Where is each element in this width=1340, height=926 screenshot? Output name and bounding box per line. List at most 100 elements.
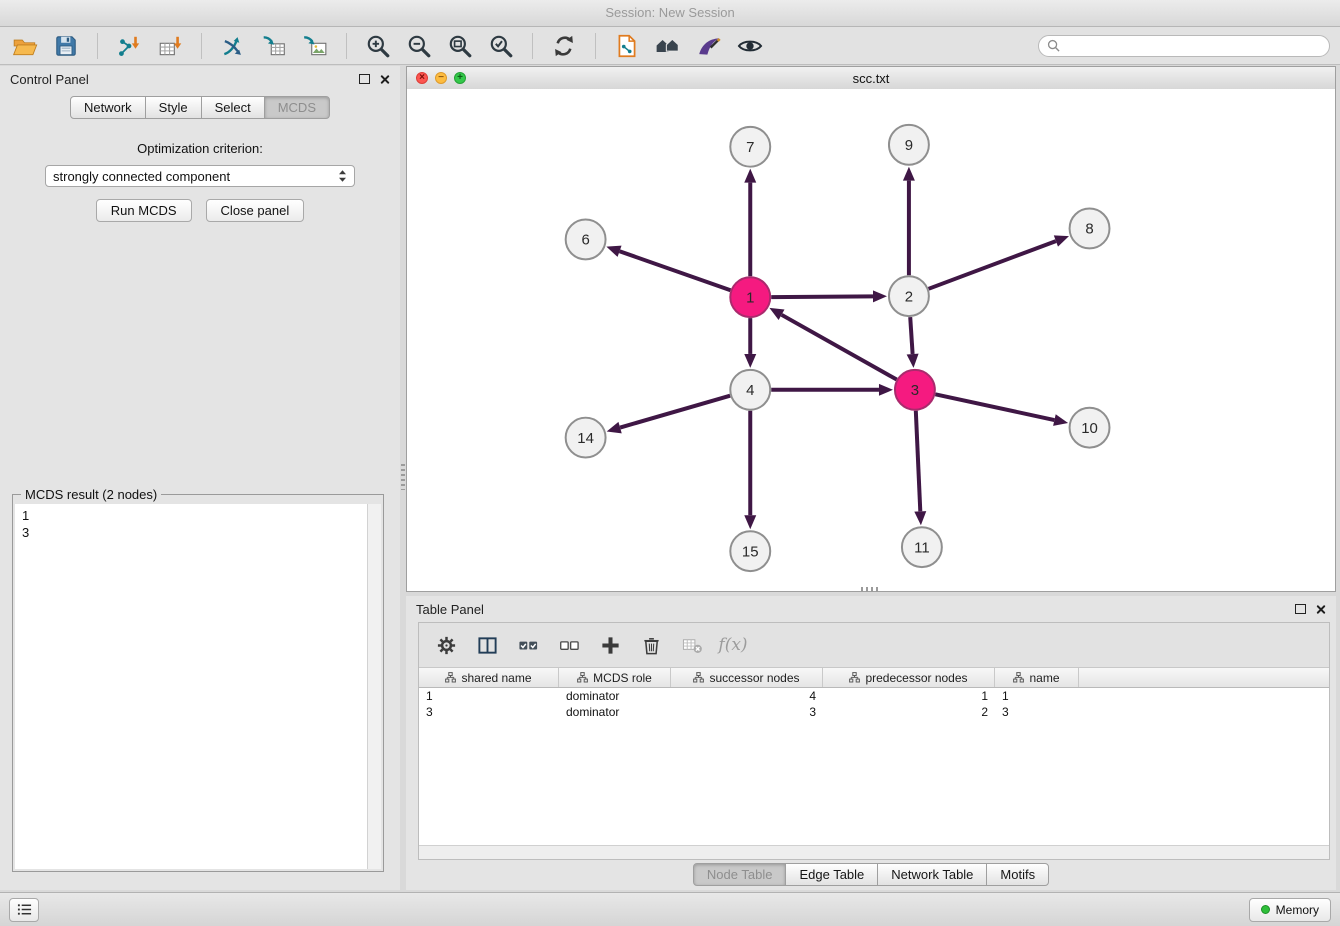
table-tab-network-table[interactable]: Network Table bbox=[877, 863, 987, 886]
import-table-from-file-icon[interactable] bbox=[155, 31, 185, 61]
edge-3-11[interactable] bbox=[916, 411, 920, 512]
zoom-fit-icon[interactable] bbox=[445, 31, 475, 61]
table-cell: 1 bbox=[419, 689, 559, 703]
table-tab-edge-table[interactable]: Edge Table bbox=[785, 863, 878, 886]
table-settings-gear-icon[interactable] bbox=[433, 632, 459, 658]
edge-1-2[interactable] bbox=[771, 296, 873, 297]
edge-arrow-icon bbox=[1054, 235, 1069, 246]
toolbar-separator bbox=[595, 33, 596, 59]
column-header-label: shared name bbox=[461, 671, 531, 685]
horizontal-splitter[interactable] bbox=[861, 587, 881, 592]
network-window-titlebar[interactable]: scc.txt bbox=[407, 67, 1335, 90]
column-header-predecessor-nodes[interactable]: predecessor nodes bbox=[823, 668, 995, 687]
control-tab-style[interactable]: Style bbox=[145, 96, 202, 119]
table-row[interactable]: 3dominator323 bbox=[419, 704, 1329, 720]
import-network-from-file-icon[interactable] bbox=[114, 31, 144, 61]
window-minimize-button[interactable] bbox=[435, 72, 447, 84]
table-tab-node-table[interactable]: Node Table bbox=[693, 863, 787, 886]
control-tab-select[interactable]: Select bbox=[201, 96, 265, 119]
edge-3-1[interactable] bbox=[782, 315, 897, 380]
add-column-icon[interactable] bbox=[597, 632, 623, 658]
edge-arrow-icon bbox=[606, 246, 621, 257]
control-panel-title: Control Panel bbox=[10, 72, 89, 87]
show-hide-graphics-icon[interactable] bbox=[735, 31, 765, 61]
toolbar-icons bbox=[10, 31, 1038, 61]
mcds-result-group: MCDS result (2 nodes) 13 bbox=[12, 494, 384, 872]
run-mcds-button[interactable]: Run MCDS bbox=[96, 199, 192, 222]
optimization-dropdown[interactable]: strongly connected component bbox=[45, 165, 355, 187]
window-close-button[interactable] bbox=[416, 72, 428, 84]
network-snapshot-icon[interactable] bbox=[612, 31, 642, 61]
list-icon bbox=[17, 902, 32, 917]
column-header-label: successor nodes bbox=[709, 671, 799, 685]
column-header-shared-name[interactable]: shared name bbox=[419, 668, 559, 687]
export-image-icon[interactable] bbox=[300, 31, 330, 61]
zoom-in-icon[interactable] bbox=[363, 31, 393, 61]
delete-table-icon bbox=[679, 632, 705, 658]
node-label-9: 9 bbox=[905, 137, 913, 154]
float-panel-icon[interactable] bbox=[359, 74, 370, 84]
home-view-icon[interactable] bbox=[653, 31, 683, 61]
mcds-result-list[interactable]: 13 bbox=[15, 504, 367, 869]
sort-icon bbox=[577, 672, 588, 683]
export-table-icon[interactable] bbox=[259, 31, 289, 61]
panel-menu-button[interactable] bbox=[9, 898, 39, 922]
node-label-14: 14 bbox=[577, 430, 594, 447]
memory-button[interactable]: Memory bbox=[1249, 898, 1331, 922]
table-hscrollbar[interactable] bbox=[419, 845, 1329, 859]
open-file-icon[interactable] bbox=[10, 31, 40, 61]
splitter-grip-icon bbox=[401, 464, 405, 490]
close-panel-icon[interactable] bbox=[379, 74, 390, 85]
memory-status-icon bbox=[1261, 905, 1270, 914]
control-tab-network[interactable]: Network bbox=[70, 96, 146, 119]
table-cell: 2 bbox=[823, 705, 995, 719]
delete-column-icon[interactable] bbox=[638, 632, 664, 658]
show-column-panel-icon[interactable] bbox=[474, 632, 500, 658]
zoom-selected-icon[interactable] bbox=[486, 31, 516, 61]
column-header-successor-nodes[interactable]: successor nodes bbox=[671, 668, 823, 687]
node-table-header: shared name MCDS role successor nodes prede… bbox=[419, 668, 1329, 688]
node-label-10: 10 bbox=[1081, 420, 1098, 437]
style-paint-icon[interactable] bbox=[694, 31, 724, 61]
edge-3-10[interactable] bbox=[935, 394, 1054, 420]
edge-2-3[interactable] bbox=[910, 317, 912, 354]
table-cell: 4 bbox=[671, 689, 823, 703]
status-bar: Memory bbox=[0, 892, 1340, 926]
search-box[interactable] bbox=[1038, 35, 1330, 57]
node-table-container: f(x) shared name MCDS role successor nodes… bbox=[418, 622, 1330, 860]
edge-1-6[interactable] bbox=[620, 251, 731, 290]
result-scrollbar[interactable] bbox=[367, 504, 381, 869]
network-canvas[interactable]: 7968124314101511 bbox=[407, 89, 1335, 591]
table-tab-motifs[interactable]: Motifs bbox=[986, 863, 1049, 886]
close-table-panel-icon[interactable] bbox=[1315, 604, 1326, 615]
window-titlebar: Session: New Session bbox=[0, 0, 1340, 27]
column-header-mcds-role[interactable]: MCDS role bbox=[559, 668, 671, 687]
control-tab-mcds[interactable]: MCDS bbox=[264, 96, 330, 119]
search-input[interactable] bbox=[1065, 38, 1321, 54]
control-panel-tabs: NetworkStyleSelectMCDS bbox=[0, 96, 400, 119]
edge-2-8[interactable] bbox=[929, 241, 1056, 289]
dropdown-stepper-icon bbox=[338, 169, 347, 183]
table-toolbar: f(x) bbox=[419, 623, 1329, 668]
column-header-name[interactable]: name bbox=[995, 668, 1079, 687]
float-table-panel-icon[interactable] bbox=[1295, 604, 1306, 614]
refresh-view-icon[interactable] bbox=[549, 31, 579, 61]
select-all-columns-icon[interactable] bbox=[515, 632, 541, 658]
zoom-out-icon[interactable] bbox=[404, 31, 434, 61]
column-header-label: MCDS role bbox=[593, 671, 652, 685]
table-cell: 1 bbox=[823, 689, 995, 703]
table-cell: dominator bbox=[559, 689, 671, 703]
table-cell: 3 bbox=[995, 705, 1079, 719]
network-window-title: scc.txt bbox=[853, 71, 890, 86]
edge-4-14[interactable] bbox=[620, 396, 730, 428]
node-label-11: 11 bbox=[914, 539, 930, 556]
control-panel: Control Panel NetworkStyleSelectMCDS Opt… bbox=[0, 66, 400, 890]
new-network-from-selection-icon[interactable] bbox=[218, 31, 248, 61]
save-session-icon[interactable] bbox=[51, 31, 81, 61]
sort-icon bbox=[1013, 672, 1024, 683]
close-panel-button[interactable]: Close panel bbox=[206, 199, 305, 222]
unselect-all-columns-icon[interactable] bbox=[556, 632, 582, 658]
window-zoom-button[interactable] bbox=[454, 72, 466, 84]
table-row[interactable]: 1dominator411 bbox=[419, 688, 1329, 704]
table-cell: 3 bbox=[419, 705, 559, 719]
